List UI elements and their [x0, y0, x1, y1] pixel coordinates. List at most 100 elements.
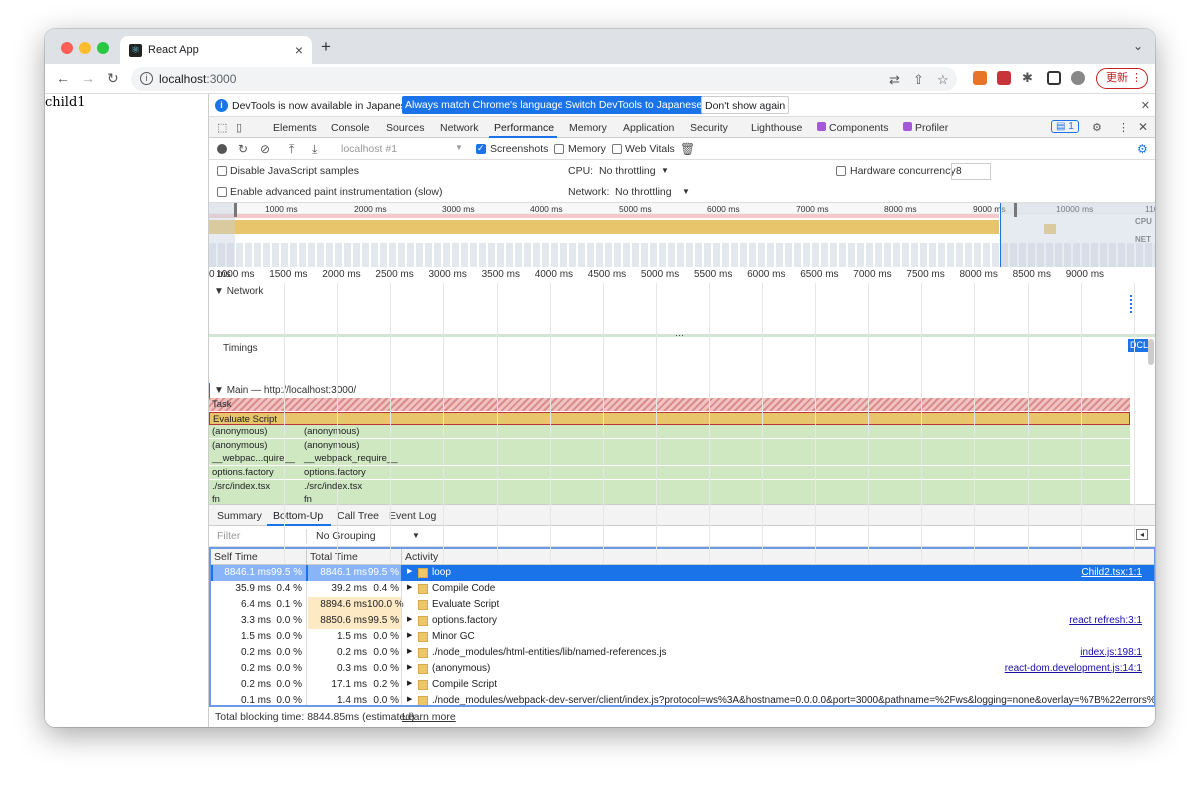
- minimize-window-button[interactable]: [79, 42, 91, 54]
- flame-chart[interactable]: Timings DCL ▼ Main — http://localhost:30…: [209, 337, 1155, 507]
- clear-icon[interactable]: ⊘: [260, 142, 270, 156]
- main-track-label[interactable]: ▼ Main — http://localhost:3000/: [214, 385, 356, 396]
- record-button[interactable]: [217, 144, 227, 154]
- always-match-button[interactable]: Always match Chrome's language: [402, 96, 567, 114]
- table-row[interactable]: 8846.1 ms 99.5 % 8846.1 ms 99.5 % ▶ loop Child…: [211, 565, 1154, 581]
- upload-icon[interactable]: ⤒: [289, 142, 294, 157]
- tab-application[interactable]: Application: [623, 122, 674, 134]
- flame-row[interactable]: __webpac...quire__ __webpack_require__: [209, 452, 1130, 466]
- scrollbar[interactable]: [1148, 339, 1154, 365]
- column-activity[interactable]: Activity: [405, 551, 438, 563]
- browser-tab[interactable]: ⚛ React App ×: [120, 36, 312, 64]
- close-tab-icon[interactable]: ×: [295, 42, 303, 58]
- inspect-element-icon[interactable]: ⬚: [217, 121, 227, 134]
- zoom-window-button[interactable]: [97, 42, 109, 54]
- screenshots-checkbox[interactable]: [476, 143, 486, 154]
- extension-icon[interactable]: [973, 71, 987, 85]
- tab-components[interactable]: Components: [817, 122, 889, 134]
- tab-memory[interactable]: Memory: [569, 122, 607, 134]
- dcl-marker[interactable]: DCL: [1128, 339, 1148, 352]
- learn-more-link[interactable]: Learn more: [402, 711, 456, 723]
- update-button[interactable]: 更新 ⋮: [1096, 68, 1148, 89]
- target-select[interactable]: localhost #1: [341, 143, 397, 155]
- close-devtools-icon[interactable]: ✕: [1138, 120, 1148, 134]
- tab-summary[interactable]: Summary: [217, 510, 262, 522]
- column-total-time[interactable]: Total Time: [310, 551, 358, 563]
- forward-icon[interactable]: →: [81, 70, 95, 86]
- tab-bottom-up[interactable]: Bottom-Up: [273, 510, 323, 522]
- cpu-throttling-select[interactable]: No throttling: [599, 165, 656, 177]
- switch-language-button[interactable]: Switch DevTools to Japanese: [562, 96, 706, 114]
- chevron-down-icon[interactable]: ▼: [682, 187, 690, 196]
- column-self-time[interactable]: Self Time: [214, 551, 258, 563]
- chevron-down-icon[interactable]: ⌄: [1133, 39, 1143, 53]
- tab-elements[interactable]: Elements: [273, 122, 317, 134]
- tab-console[interactable]: Console: [331, 122, 370, 134]
- selection-handle-left[interactable]: [234, 203, 237, 217]
- source-link[interactable]: react-dom.development.js:14:1: [1005, 663, 1142, 674]
- table-row[interactable]: 0.2 ms 0.0 % 0.2 ms 0.0 % ▶ ./node_modules/ht…: [211, 645, 1154, 661]
- network-throttling-select[interactable]: No throttling: [615, 186, 672, 198]
- translate-icon[interactable]: ⇄: [889, 72, 900, 88]
- address-bar[interactable]: i localhost:3000 ⇄ ⇧ ☆: [131, 67, 957, 91]
- new-tab-icon[interactable]: +: [321, 37, 331, 57]
- table-row[interactable]: 0.1 ms 0.0 % 1.4 ms 0.0 % ▶ ./node_modules/we…: [211, 693, 1154, 705]
- flame-row[interactable]: ./src/index.tsx ./src/index.tsx: [209, 479, 1130, 493]
- close-icon[interactable]: ✕: [1141, 99, 1150, 112]
- chevron-down-icon[interactable]: ▼: [661, 166, 669, 175]
- network-track-label[interactable]: ▼ Network: [214, 286, 263, 297]
- grouping-select[interactable]: No Grouping: [316, 530, 376, 542]
- share-icon[interactable]: ⇧: [913, 72, 924, 88]
- more-menu-icon[interactable]: ⋮: [1118, 121, 1129, 134]
- flame-row[interactable]: (anonymous) (anonymous): [209, 438, 1130, 452]
- chevron-down-icon[interactable]: ▼: [455, 143, 463, 152]
- memory-checkbox[interactable]: [554, 144, 564, 154]
- capture-settings-icon[interactable]: ⚙: [1137, 142, 1148, 156]
- info-icon[interactable]: i: [140, 72, 153, 85]
- source-link[interactable]: index.js:198:1: [1080, 647, 1142, 658]
- table-row[interactable]: 1.5 ms 0.0 % 1.5 ms 0.0 % ▶ Minor GC: [211, 629, 1154, 645]
- flame-row[interactable]: Evaluate Script: [209, 411, 1130, 425]
- chevron-down-icon[interactable]: ▼: [412, 531, 420, 540]
- issues-badge[interactable]: ▤ 1: [1051, 120, 1079, 133]
- table-row[interactable]: 0.2 ms 0.0 % 17.1 ms 0.2 % ▶ Compile Script: [211, 677, 1154, 693]
- back-icon[interactable]: ←: [56, 70, 70, 86]
- trash-icon[interactable]: 🗑: [680, 142, 695, 156]
- table-row[interactable]: 0.2 ms 0.0 % 0.3 ms 0.0 % ▶ (anonymous) react-…: [211, 661, 1154, 677]
- table-row[interactable]: 6.4 ms 0.1 % 8894.6 ms 100.0 % Evaluate Scri…: [211, 597, 1154, 613]
- source-link[interactable]: react refresh:3:1: [1069, 615, 1142, 626]
- dont-show-again-button[interactable]: Don't show again: [701, 96, 790, 114]
- extension-icon[interactable]: [997, 71, 1011, 85]
- flame-row[interactable]: (anonymous) (anonymous): [209, 425, 1130, 439]
- tab-call-tree[interactable]: Call Tree: [337, 510, 379, 522]
- toggle-sidebar-icon[interactable]: ◂: [1136, 529, 1148, 540]
- tab-lighthouse[interactable]: Lighthouse: [751, 122, 802, 134]
- selection-handle-right[interactable]: [1014, 203, 1017, 217]
- hardware-concurrency-input[interactable]: 8: [951, 163, 991, 180]
- timeline-overview[interactable]: 1000 ms 2000 ms 3000 ms 4000 ms 5000 ms …: [209, 203, 1155, 267]
- table-row[interactable]: 35.9 ms 0.4 % 39.2 ms 0.4 % ▶ Compile Code: [211, 581, 1154, 597]
- filter-input[interactable]: Filter: [217, 530, 240, 542]
- download-icon[interactable]: ⤓: [312, 142, 317, 157]
- flame-row[interactable]: options.factory options.factory: [209, 466, 1130, 479]
- tab-security[interactable]: Security: [690, 122, 728, 134]
- paint-instrumentation-checkbox[interactable]: [217, 187, 227, 197]
- tab-performance[interactable]: Performance: [494, 122, 554, 134]
- reload-icon[interactable]: ↻: [107, 70, 119, 87]
- tab-profiler[interactable]: Profiler: [903, 122, 948, 134]
- disable-js-samples-checkbox[interactable]: [217, 166, 227, 176]
- reload-record-icon[interactable]: ↻: [238, 142, 248, 156]
- avatar[interactable]: [1071, 71, 1085, 85]
- web-vitals-checkbox[interactable]: [612, 144, 622, 154]
- bookmark-star-icon[interactable]: ☆: [937, 72, 949, 88]
- gear-icon[interactable]: ⚙: [1092, 121, 1102, 134]
- puzzle-icon[interactable]: ✱: [1022, 70, 1033, 86]
- table-row[interactable]: 3.3 ms 0.0 % 8850.6 ms 99.5 % ▶ options.facto…: [211, 613, 1154, 629]
- flame-row[interactable]: Task: [209, 398, 1130, 411]
- close-window-button[interactable]: [61, 42, 73, 54]
- tab-event-log[interactable]: Event Log: [389, 510, 436, 522]
- tab-network[interactable]: Network: [440, 122, 479, 134]
- device-toolbar-icon[interactable]: ▯: [236, 121, 242, 134]
- hardware-concurrency-checkbox[interactable]: [836, 166, 846, 176]
- source-link[interactable]: Child2.tsx:1:1: [1081, 567, 1142, 578]
